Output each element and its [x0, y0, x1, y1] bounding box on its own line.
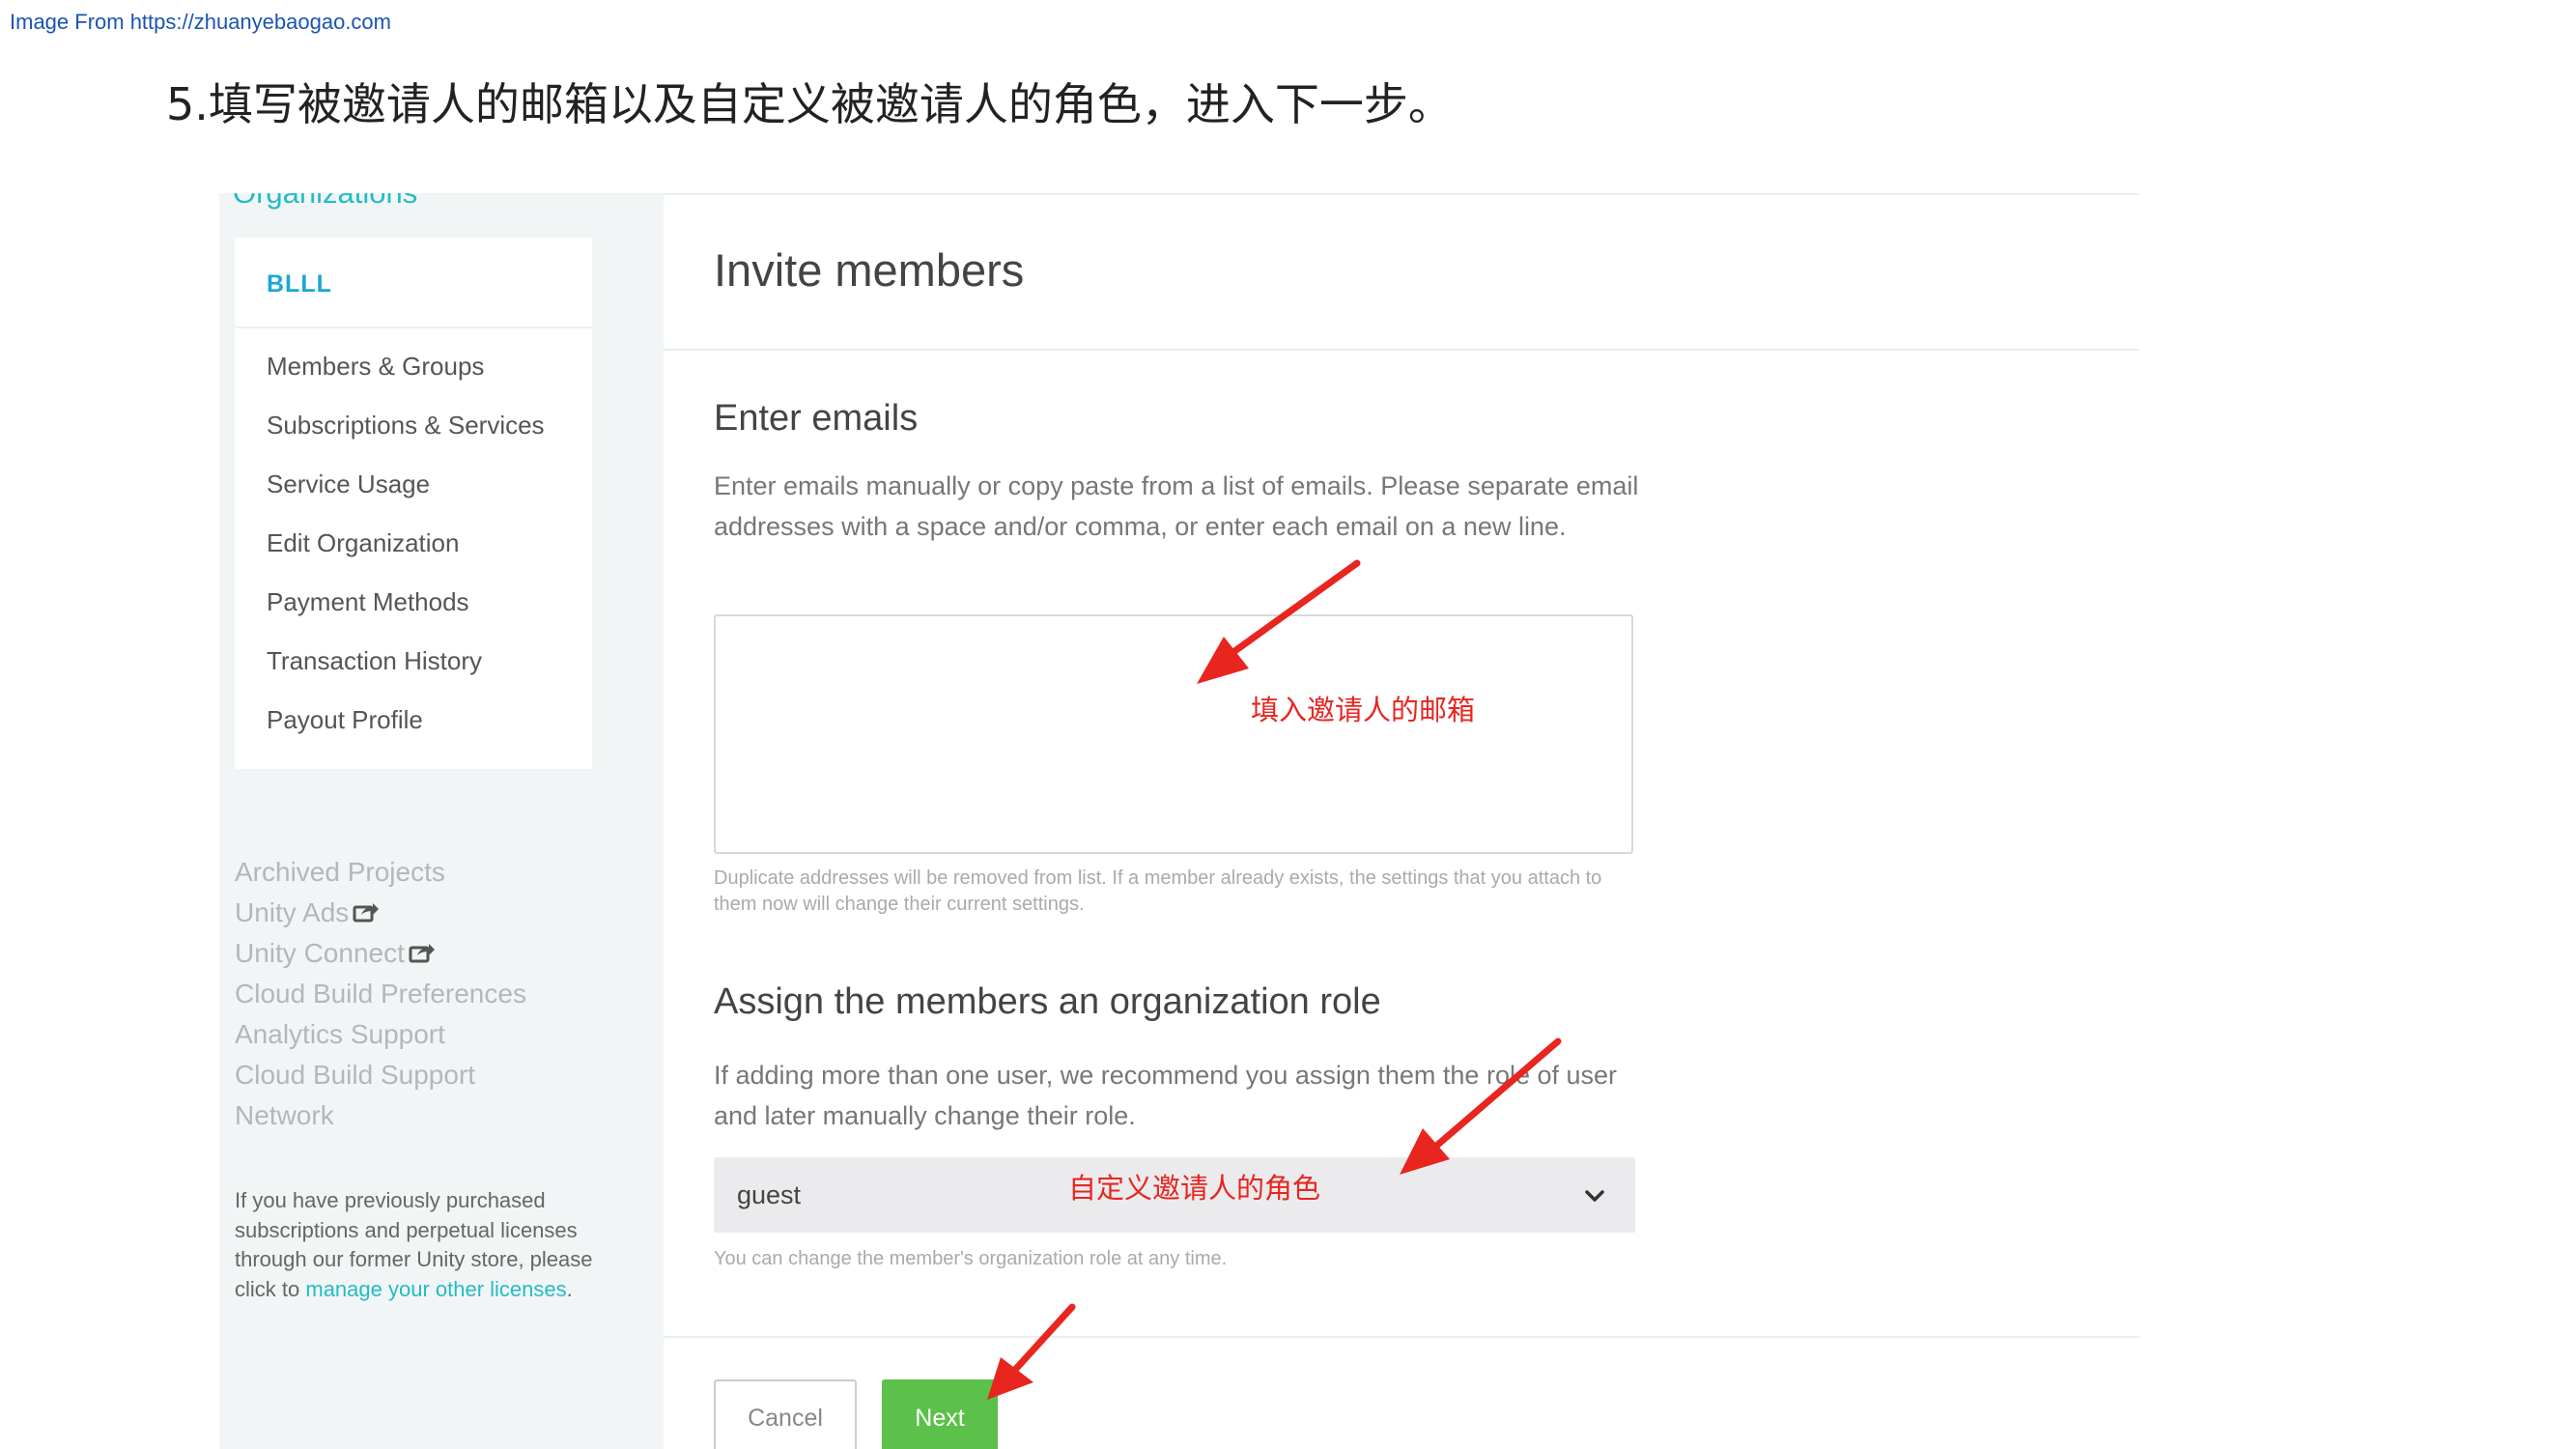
cloud-build-support-label: Cloud Build Support	[235, 1060, 476, 1090]
sidebar-item-payment-methods[interactable]: Payment Methods	[235, 576, 592, 635]
sidebar-item-subscriptions-services[interactable]: Subscriptions & Services	[235, 399, 592, 458]
emails-heading: Enter emails	[714, 398, 919, 439]
role-note: You can change the member's organization…	[714, 1248, 1228, 1269]
chevron-down-icon	[1585, 1190, 1604, 1202]
sidebar-item-payout-profile[interactable]: Payout Profile	[235, 694, 592, 753]
sidebar-item-members-groups[interactable]: Members & Groups	[235, 340, 592, 399]
screenshot-frame: Organizations BLLL Members & Groups Subs…	[217, 193, 2139, 1449]
manage-licenses-link[interactable]: manage your other licenses	[305, 1277, 566, 1301]
secondary-links: Archived Projects Unity Ads Unity Connec…	[235, 852, 526, 1136]
org-menu-card: BLLL Members & Groups Subscriptions & Se…	[235, 238, 592, 769]
org-name[interactable]: BLLL	[235, 238, 592, 328]
sidebar-item-unity-connect[interactable]: Unity Connect	[235, 933, 526, 974]
sidebar-item-edit-organization[interactable]: Edit Organization	[235, 517, 592, 576]
sidebar: Organizations BLLL Members & Groups Subs…	[219, 193, 664, 1449]
sidebar-item-archived-projects[interactable]: Archived Projects	[235, 852, 526, 893]
role-arrow-icon	[1400, 1037, 1562, 1175]
sidebar-item-cloud-build-support[interactable]: Cloud Build Support	[235, 1055, 526, 1095]
licenses-note-end: .	[566, 1276, 573, 1301]
org-menu-links: Members & Groups Subscriptions & Service…	[235, 328, 592, 753]
cancel-button[interactable]: Cancel	[714, 1379, 857, 1449]
analytics-support-label: Analytics Support	[235, 1019, 445, 1049]
role-heading: Assign the members an organization role	[714, 981, 1381, 1022]
archived-projects-label: Archived Projects	[235, 857, 445, 887]
top-divider	[664, 193, 2139, 195]
role-select-value: guest	[737, 1180, 802, 1209]
sidebar-item-analytics-support[interactable]: Analytics Support	[235, 1014, 526, 1055]
source-note: Image From https://zhuanyebaogao.com	[10, 10, 391, 34]
next-arrow-icon	[987, 1303, 1076, 1400]
sidebar-section-title[interactable]: Organizations	[233, 193, 417, 211]
unity-ads-label: Unity Ads	[235, 897, 350, 927]
page-title: Invite members	[714, 244, 1025, 296]
sidebar-item-transaction-history[interactable]: Transaction History	[235, 635, 592, 694]
title-divider	[664, 349, 2139, 351]
footer-divider	[664, 1336, 2139, 1338]
external-link-icon	[353, 903, 380, 923]
cloud-build-preferences-label: Cloud Build Preferences	[235, 979, 526, 1009]
external-link-icon	[409, 944, 435, 963]
sidebar-item-service-usage[interactable]: Service Usage	[235, 458, 592, 517]
main-panel: Invite members Enter emails Enter emails…	[664, 193, 2139, 1449]
emails-description: Enter emails manually or copy paste from…	[714, 471, 1639, 541]
unity-connect-label: Unity Connect	[235, 938, 405, 968]
emails-note: Duplicate addresses will be removed from…	[714, 867, 1602, 915]
sidebar-item-network[interactable]: Network	[235, 1095, 526, 1136]
sidebar-item-cloud-build-preferences[interactable]: Cloud Build Preferences	[235, 974, 526, 1014]
licenses-note: If you have previously purchased subscri…	[235, 1186, 602, 1304]
network-label: Network	[235, 1100, 334, 1130]
sidebar-item-unity-ads[interactable]: Unity Ads	[235, 893, 526, 933]
emails-input[interactable]	[714, 614, 1633, 854]
email-arrow-icon	[1197, 559, 1361, 684]
role-annotation: 自定义邀请人的角色	[1068, 1172, 1321, 1205]
step-heading: 5.填写被邀请人的邮箱以及自定义被邀请人的角色，进入下一步。	[166, 78, 1453, 130]
